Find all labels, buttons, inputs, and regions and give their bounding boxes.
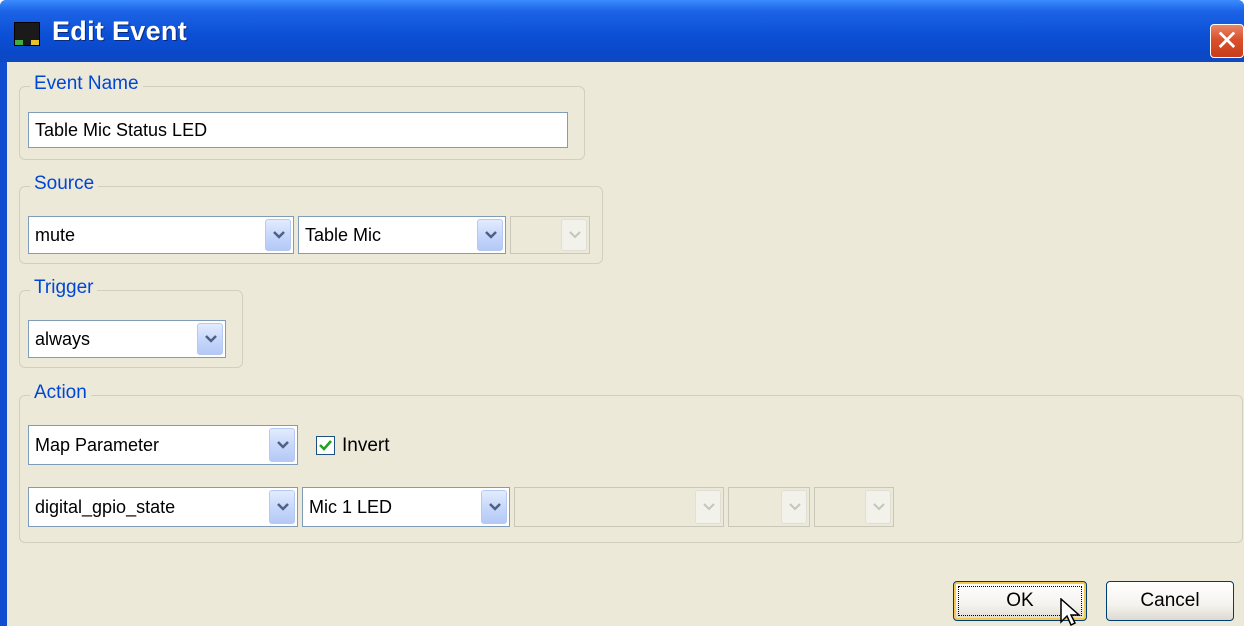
source-type-value: mute	[35, 225, 76, 245]
invert-checkbox[interactable]	[316, 436, 335, 455]
action-extra1-select	[514, 487, 724, 527]
chevron-down-icon	[695, 490, 721, 524]
chevron-down-icon[interactable]	[265, 219, 291, 251]
source-device-value: Table Mic	[305, 225, 382, 245]
source-type-select[interactable]: mute	[28, 216, 294, 254]
action-target-value: Mic 1 LED	[309, 497, 393, 517]
chevron-down-icon[interactable]	[269, 428, 295, 462]
event-name-legend: Event Name	[30, 73, 143, 95]
action-extra2-select	[728, 487, 810, 527]
source-legend: Source	[30, 173, 99, 195]
window-title: Edit Event	[52, 16, 188, 46]
trigger-select[interactable]: always	[28, 320, 226, 358]
close-icon: ✕	[1215, 24, 1239, 57]
chevron-down-icon[interactable]	[477, 219, 503, 251]
action-group: Action Map Parameter Invert digital_gpio…	[19, 382, 1243, 543]
chevron-down-icon[interactable]	[197, 323, 223, 355]
checkmark-icon	[319, 440, 332, 451]
title-bar[interactable]: Edit Event ✕	[0, 0, 1244, 62]
edit-event-dialog: Edit Event ✕ Event Name Table Mic Status…	[0, 0, 1244, 626]
action-param-select[interactable]: digital_gpio_state	[28, 487, 298, 527]
source-extra-select	[510, 216, 590, 254]
app-icon	[14, 22, 40, 46]
trigger-group: Trigger always	[19, 277, 243, 368]
chevron-down-icon[interactable]	[481, 490, 507, 524]
source-group: Source mute Table Mic	[19, 173, 603, 264]
chevron-down-icon	[865, 490, 891, 524]
action-type-select[interactable]: Map Parameter	[28, 425, 298, 465]
action-legend: Action	[30, 382, 91, 404]
invert-label[interactable]: Invert	[342, 435, 390, 457]
cancel-button-label: Cancel	[1140, 590, 1200, 611]
cancel-button[interactable]: Cancel	[1106, 581, 1234, 621]
dialog-body: Event Name Table Mic Status LED Source m…	[7, 62, 1244, 626]
action-type-value: Map Parameter	[35, 435, 160, 455]
trigger-value: always	[35, 329, 91, 349]
event-name-group: Event Name Table Mic Status LED	[19, 73, 585, 160]
chevron-down-icon[interactable]	[269, 490, 295, 524]
close-button[interactable]: ✕	[1210, 24, 1244, 58]
event-name-input[interactable]: Table Mic Status LED	[28, 112, 568, 148]
trigger-legend: Trigger	[30, 277, 98, 299]
action-target-select[interactable]: Mic 1 LED	[302, 487, 510, 527]
chevron-down-icon	[561, 219, 587, 251]
mouse-pointer-icon	[1060, 598, 1081, 626]
chevron-down-icon	[781, 490, 807, 524]
source-device-select[interactable]: Table Mic	[298, 216, 506, 254]
action-param-value: digital_gpio_state	[35, 497, 176, 517]
action-extra3-select	[814, 487, 894, 527]
